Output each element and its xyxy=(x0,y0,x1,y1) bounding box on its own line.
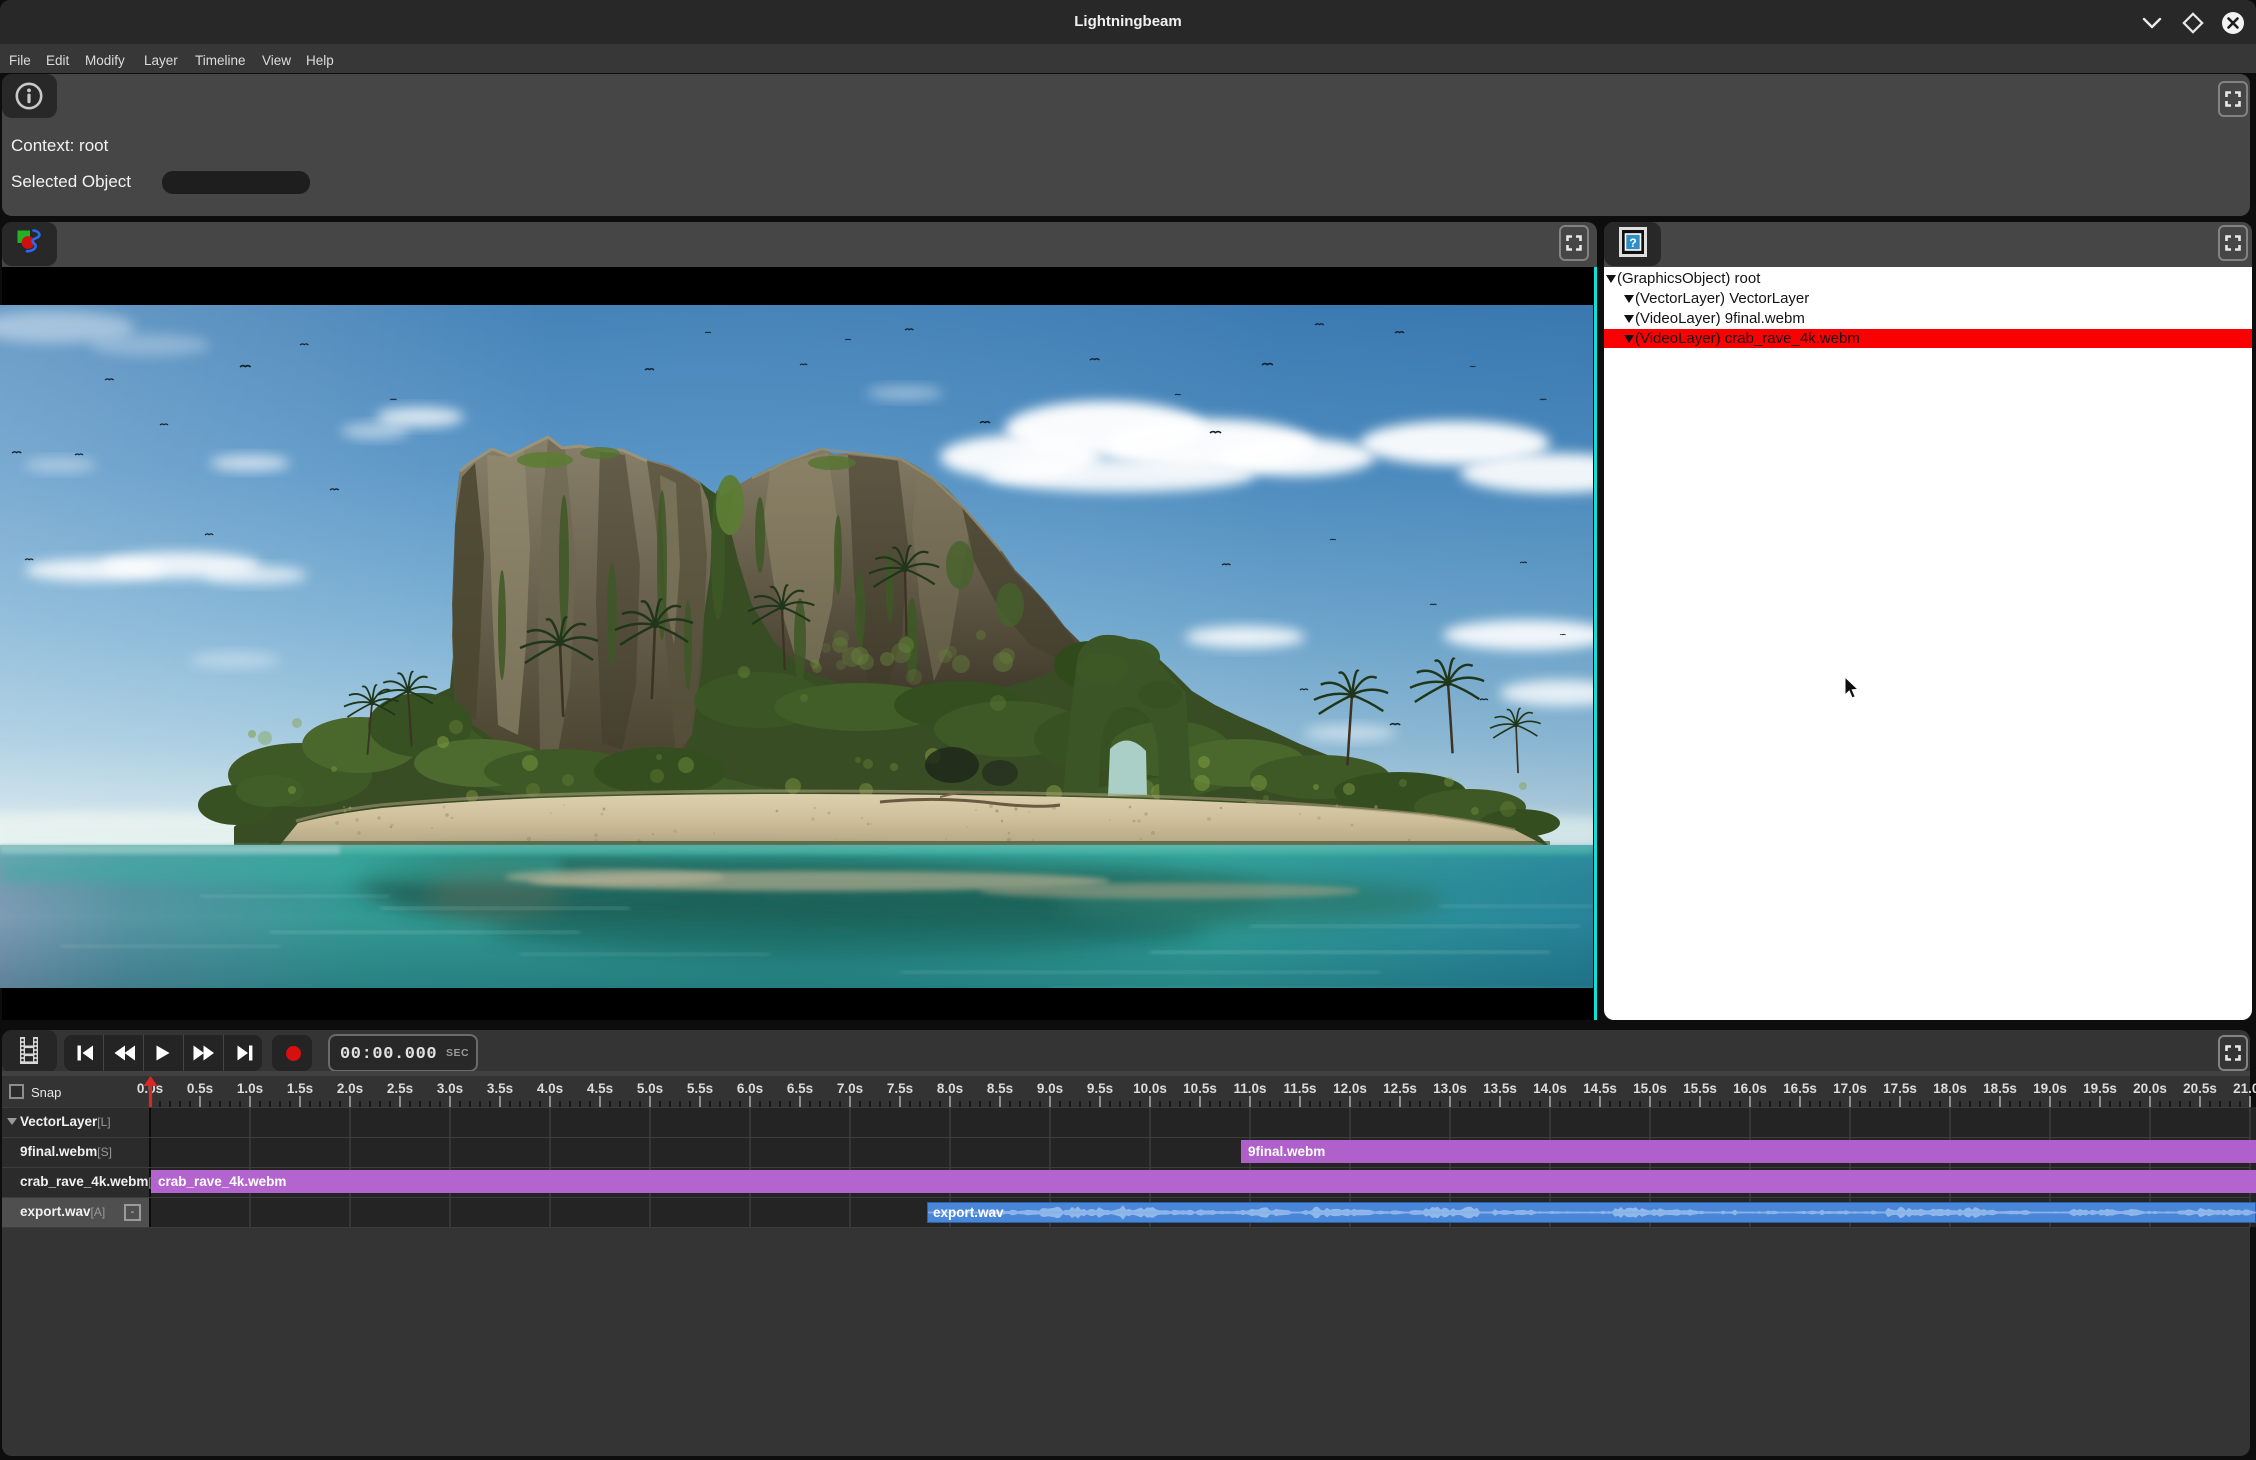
svg-text:?: ? xyxy=(1629,236,1636,250)
